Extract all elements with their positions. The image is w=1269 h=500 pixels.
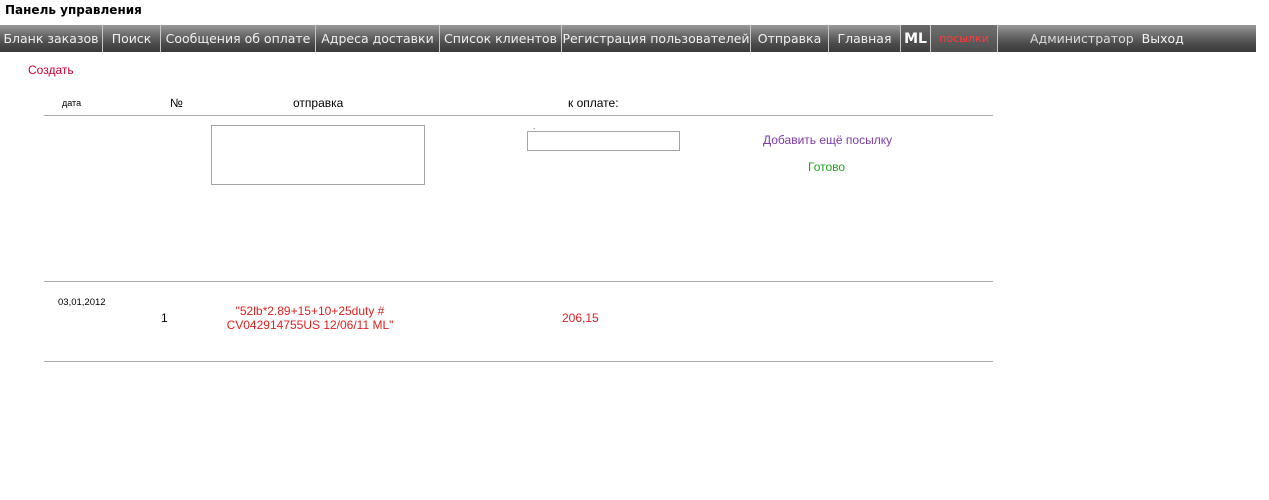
row-divider	[44, 361, 993, 362]
control-panel-page: Панель управления Бланк заказов Поиск Со…	[0, 0, 1269, 500]
create-link[interactable]: Создать	[28, 63, 74, 77]
top-nav-bar: Бланк заказов Поиск Сообщения об оплате …	[0, 25, 1256, 52]
amount-input[interactable]	[527, 131, 680, 151]
shipment-input[interactable]	[211, 125, 425, 185]
row-shipment: "52lb*2.89+15+10+25duty # CV042914755US …	[226, 304, 394, 332]
nav-admin-link[interactable]: Администратор	[1030, 25, 1134, 52]
nav-delivery-addresses[interactable]: Адреса доставки	[316, 25, 440, 52]
nav-payment-messages[interactable]: Сообщения об оплате	[161, 25, 316, 52]
nav-search[interactable]: Поиск	[103, 25, 161, 52]
row-number: 1	[161, 311, 168, 325]
nav-home[interactable]: Главная	[829, 25, 901, 52]
column-header-shipment: отправка	[293, 96, 344, 110]
column-header-number: №	[170, 96, 183, 110]
row-amount: 206,15	[562, 311, 599, 325]
add-parcel-link[interactable]: Добавить ещё посылку	[763, 133, 892, 147]
nav-ml[interactable]: ML	[901, 25, 931, 52]
nav-user-registration[interactable]: Регистрация пользователей	[562, 25, 751, 52]
nav-parcels[interactable]: посылки	[931, 25, 998, 52]
nav-logout-link[interactable]: Выход	[1142, 25, 1184, 52]
form-divider	[44, 281, 993, 282]
column-header-date: дата	[62, 98, 82, 108]
nav-shipping[interactable]: Отправка	[751, 25, 829, 52]
dot-marker: .	[533, 122, 536, 131]
column-header-amount: к оплате:	[568, 96, 619, 110]
nav-client-list[interactable]: Список клиентов	[440, 25, 562, 52]
nav-order-form[interactable]: Бланк заказов	[0, 25, 103, 52]
done-link[interactable]: Готово	[808, 160, 845, 174]
page-title: Панель управления	[5, 3, 142, 17]
row-date: 03,01,2012	[58, 297, 106, 308]
header-divider	[44, 115, 993, 116]
